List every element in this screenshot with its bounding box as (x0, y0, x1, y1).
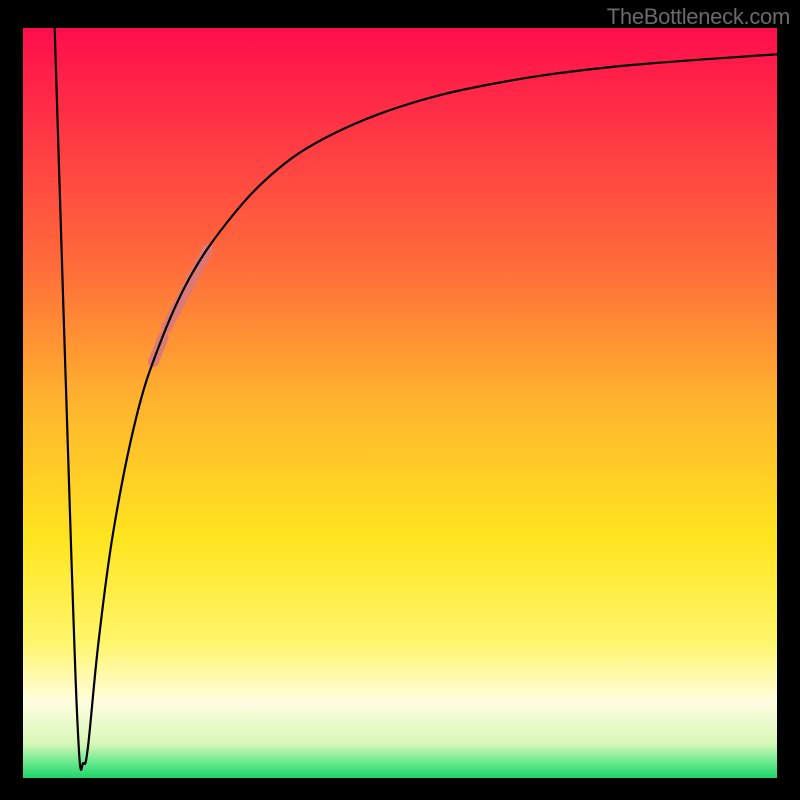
bottleneck-chart (0, 0, 800, 800)
plot-background (23, 28, 777, 778)
watermark-label: TheBottleneck.com (607, 4, 790, 30)
chart-stage: TheBottleneck.com (0, 0, 800, 800)
